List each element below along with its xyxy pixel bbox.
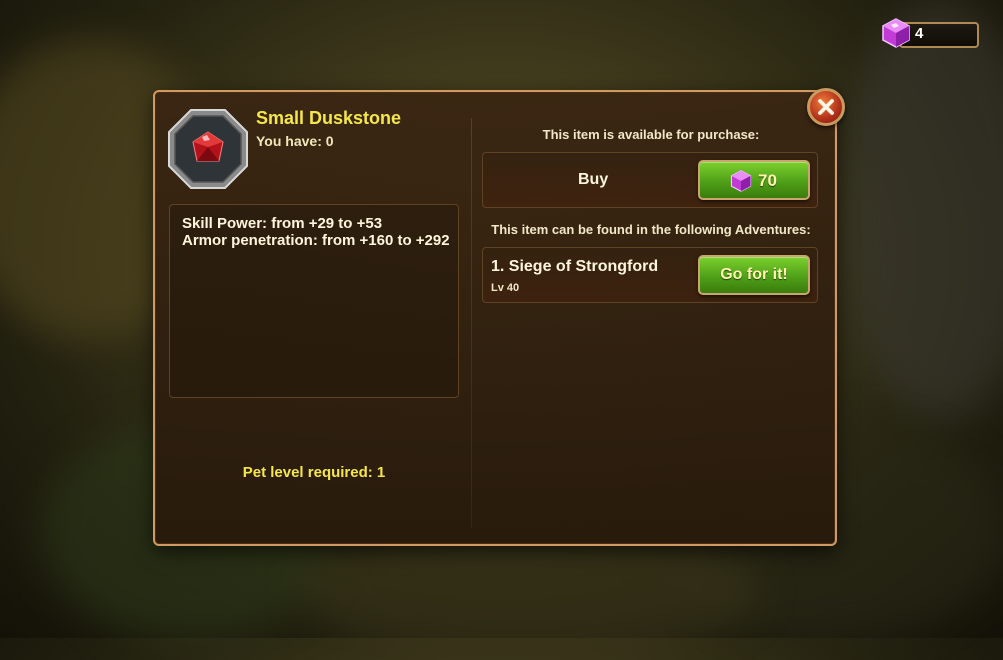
- item-stats-box: Skill Power: from +29 to +53 Armor penet…: [169, 204, 459, 398]
- stat-line: Skill Power: from +29 to +53: [182, 215, 383, 232]
- background-scenery: [840, 0, 1003, 420]
- adventures-heading: This item can be found in the following …: [491, 222, 811, 237]
- purchase-row: Buy 70: [482, 152, 818, 208]
- gem-icon: [730, 170, 752, 192]
- item-owned-count: You have: 0: [256, 133, 334, 149]
- panel-divider: [471, 118, 472, 528]
- pet-level-requirement: Pet level required: 1: [242, 464, 386, 481]
- adventure-row: 1. Siege of Strongford Lv 40 Go for it!: [482, 247, 818, 303]
- stat-line: Armor penetration: from +160 to +292: [182, 232, 450, 249]
- buy-button[interactable]: 70: [698, 160, 810, 200]
- gem-icon: [882, 18, 910, 48]
- price-value: 70: [758, 171, 777, 190]
- item-info-dialog: Small Duskstone You have: 0 Skill Power:…: [153, 88, 845, 546]
- close-icon: [818, 99, 834, 115]
- gem-count: 4: [915, 25, 924, 42]
- adventure-name: 1. Siege of Strongford: [491, 258, 659, 275]
- close-button[interactable]: [807, 88, 845, 126]
- buy-label: Buy: [578, 171, 609, 188]
- go-for-it-button[interactable]: Go for it!: [698, 255, 810, 295]
- currency-bar: [899, 22, 979, 48]
- red-gem-icon: [168, 109, 248, 189]
- gem-currency-counter[interactable]: 4: [881, 18, 979, 48]
- item-name: Small Duskstone: [256, 108, 402, 128]
- go-for-it-label: Go for it!: [720, 266, 788, 283]
- adventure-level: Lv 40: [491, 282, 520, 294]
- purchase-heading: This item is available for purchase:: [542, 127, 760, 142]
